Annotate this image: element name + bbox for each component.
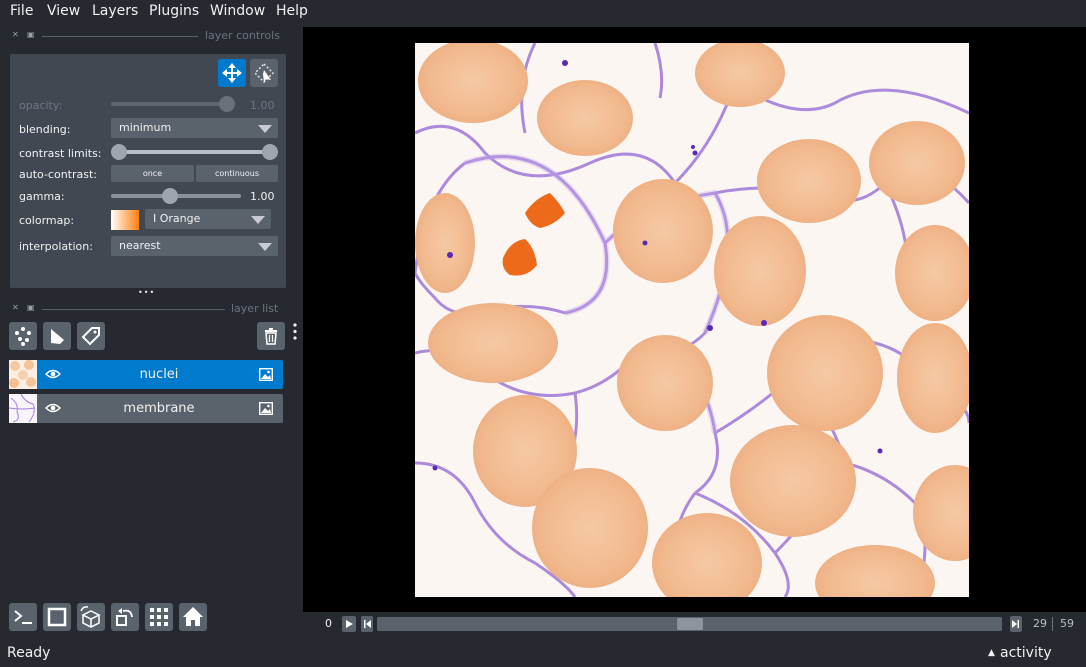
layer-name-nuclei[interactable]: nuclei (89, 367, 229, 382)
menu-view[interactable]: View (47, 3, 80, 19)
gamma-slider-handle[interactable] (162, 188, 179, 204)
float-icon[interactable]: ✕ (12, 31, 20, 39)
interpolation-dropdown[interactable]: nearest (111, 236, 278, 256)
dims-axis-start: 0 (325, 617, 332, 630)
auto-contrast-continuous-button[interactable]: continuous (196, 165, 278, 182)
label-tag-icon (81, 327, 100, 346)
layer-list-title: layer list (231, 302, 279, 315)
layer-thumbnail (8, 393, 37, 423)
layer-controls-header: ✕ ▣ layer controls (10, 29, 286, 43)
layer-name-membrane[interactable]: membrane (89, 401, 229, 416)
layer-item-membrane[interactable]: membrane (8, 393, 283, 423)
activity-button[interactable]: activity (1000, 645, 1052, 661)
status-bar: Ready ▲ activity (0, 641, 1086, 667)
layer-item-nuclei[interactable]: nuclei (9, 360, 283, 389)
gamma-label: gamma: (19, 190, 65, 203)
move-arrows-icon (222, 63, 242, 83)
step-forward-button[interactable] (1010, 616, 1022, 632)
home-icon (183, 607, 203, 626)
pan-zoom-button[interactable] (218, 59, 246, 87)
transpose-dims-button[interactable] (111, 603, 139, 631)
chevron-down-icon (258, 125, 272, 133)
dims-total-frames: 59 (1060, 617, 1074, 630)
cube-icon (80, 606, 101, 628)
contrast-limits-slider[interactable] (119, 150, 269, 154)
colormap-label: colormap: (19, 214, 75, 227)
toggle-ndisplay-button[interactable] (43, 603, 71, 631)
undock-icon[interactable]: ▣ (27, 31, 35, 39)
transform-icon (253, 62, 275, 84)
eye-icon[interactable] (45, 402, 61, 414)
colormap-value: I Orange (153, 212, 201, 225)
new-labels-layer-button[interactable] (77, 322, 105, 350)
chevron-down-icon (251, 216, 265, 224)
menu-help[interactable]: Help (276, 3, 308, 19)
dims-separator (1052, 617, 1053, 631)
trash-icon (265, 328, 277, 345)
play-icon (346, 620, 353, 628)
opacity-slider-handle[interactable] (219, 96, 235, 112)
layer-list-header: ✕ ▣ layer list (10, 302, 286, 316)
auto-contrast-label: auto-contrast: (19, 168, 98, 181)
menu-file[interactable]: File (10, 3, 33, 19)
gamma-value: 1.00 (250, 190, 275, 203)
undock-icon[interactable]: ▣ (27, 304, 35, 312)
viewer-canvas[interactable] (303, 27, 1086, 612)
step-back-button[interactable] (361, 616, 373, 632)
panel-splitter-handle[interactable]: ••• (138, 288, 155, 297)
transform-button[interactable] (250, 59, 278, 87)
contrast-max-handle[interactable] (262, 144, 278, 160)
points-icon (15, 327, 31, 346)
float-icon[interactable]: ✕ (12, 304, 20, 312)
opacity-value: 1.00 (250, 99, 275, 112)
new-points-layer-button[interactable] (9, 322, 37, 350)
dims-track[interactable] (377, 617, 1002, 631)
blending-label: blending: (19, 123, 71, 136)
blending-dropdown[interactable]: minimum (111, 118, 278, 138)
opacity-label: opacity: (19, 99, 63, 112)
image-layer-icon (258, 367, 274, 382)
grid-icon (150, 608, 168, 626)
image-layer-view (415, 43, 969, 597)
rotate-icon (116, 608, 133, 626)
auto-contrast-once-button[interactable]: once (111, 165, 194, 182)
new-shapes-layer-button[interactable] (43, 322, 71, 350)
reset-view-button[interactable] (179, 603, 207, 631)
dims-handle[interactable] (676, 618, 703, 630)
activity-arrow-icon[interactable]: ▲ (988, 648, 995, 658)
chevron-down-icon (258, 243, 272, 251)
console-button[interactable] (9, 603, 37, 631)
interpolation-value: nearest (119, 239, 161, 252)
dims-current-frame[interactable]: 29 (1033, 617, 1047, 630)
play-button[interactable] (342, 616, 356, 632)
square-icon (47, 607, 67, 627)
roll-dims-button[interactable] (77, 603, 105, 631)
menu-layers[interactable]: Layers (92, 3, 138, 19)
terminal-icon (14, 610, 32, 624)
contrast-min-handle[interactable] (111, 144, 127, 160)
dims-slider-bar: 0 29 59 (303, 612, 1086, 637)
opacity-slider[interactable] (111, 102, 235, 106)
colormap-dropdown[interactable]: I Orange (145, 209, 271, 229)
layer-controls-title: layer controls (205, 29, 280, 42)
layer-controls-panel: opacity: 1.00 blending: minimum contrast… (10, 54, 286, 288)
delete-layer-button[interactable] (257, 322, 285, 350)
eye-icon[interactable] (45, 368, 61, 380)
shapes-icon (51, 329, 64, 344)
menu-bar: File View Layers Plugins Window Help (0, 0, 1086, 24)
menu-plugins[interactable]: Plugins (149, 3, 199, 19)
menu-window[interactable]: Window (210, 3, 265, 19)
more-options-icon[interactable] (293, 323, 297, 341)
layer-thumbnail (9, 360, 37, 389)
blending-value: minimum (119, 121, 172, 134)
interpolation-label: interpolation: (19, 240, 93, 253)
skip-forward-icon (1012, 620, 1019, 628)
colormap-preview (111, 210, 139, 230)
skip-back-icon (364, 620, 371, 628)
status-text: Ready (7, 645, 51, 661)
contrast-limits-label: contrast limits: (19, 147, 102, 160)
grid-view-button[interactable] (145, 603, 173, 631)
image-layer-icon (258, 401, 274, 416)
microscopy-image (415, 43, 969, 597)
